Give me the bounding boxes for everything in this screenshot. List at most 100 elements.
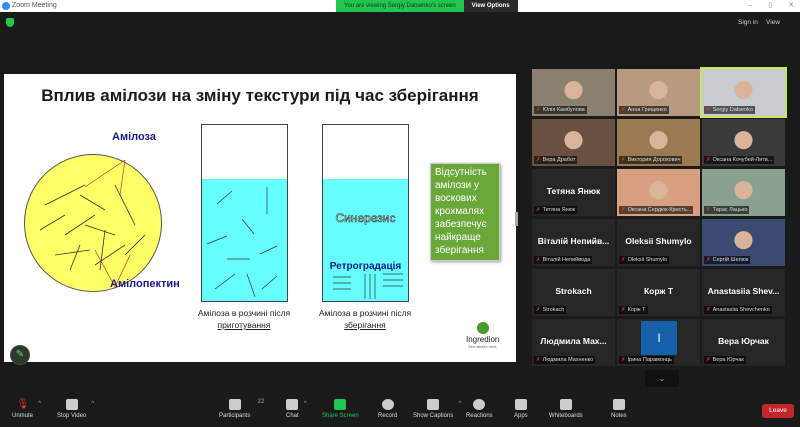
participant-tile[interactable]: Корж Т ✗ Корж Т	[617, 269, 700, 316]
captions-options-caret[interactable]: ^	[459, 401, 462, 407]
unmute-button[interactable]: 🎙 Unmute ^	[12, 399, 41, 419]
notes-label: Notes	[611, 413, 627, 419]
participant-name: Тарас Лацько	[712, 207, 748, 213]
muted-mic-icon: ✗	[536, 107, 541, 113]
show-captions-button[interactable]: Show Captions ^	[413, 399, 461, 419]
participant-tile[interactable]: ✗ Вера Дработ	[532, 119, 615, 166]
participant-tile[interactable]: ✗ Юлія Камбулова	[532, 69, 615, 116]
participant-tile[interactable]: ✗ Сергій Шелюк	[702, 219, 785, 266]
muted-mic-icon: ✗	[706, 107, 711, 113]
participant-display-name: Anastasiia Shev...	[707, 286, 780, 296]
video-camera-icon	[65, 399, 78, 410]
muted-mic-icon: ✗	[706, 257, 711, 263]
split-drag-handle[interactable]	[515, 212, 518, 226]
chat-button[interactable]: Chat ^	[286, 399, 307, 419]
participant-name: Вера Юрчак	[712, 357, 744, 363]
unmute-label: Unmute	[12, 413, 34, 419]
minimize-button[interactable]: –	[748, 0, 752, 12]
participant-tile[interactable]: Anastasiia Shev... ✗ Anastasiia Shevchenko	[702, 269, 785, 316]
participant-display-name: Корж Т	[643, 286, 674, 296]
participant-tile[interactable]: Oleksii Shumylo ✗ Oleksii Shumylo	[617, 219, 700, 266]
muted-mic-icon: ✗	[621, 307, 626, 313]
view-options-button[interactable]: View Options	[463, 0, 518, 12]
participant-tile[interactable]: ✗ Виктория Дорохович	[617, 119, 700, 166]
participant-name-label: ✗ Оксана Кочубей-Литв...	[704, 156, 775, 164]
annotate-pen-icon[interactable]: ✎	[10, 345, 30, 365]
muted-mic-icon: ✗	[536, 157, 541, 163]
participant-name: Людмила Махненко	[542, 357, 594, 363]
sign-in-button[interactable]: Sign in	[738, 19, 758, 26]
participant-name-label: ✗ Вера Юрчак	[704, 356, 746, 364]
participant-name-label: ✗ Sergiy Datsenko	[704, 106, 755, 114]
chat-label: Chat	[286, 413, 299, 419]
close-button[interactable]: ✕	[788, 0, 794, 12]
muted-mic-icon: ✗	[536, 257, 541, 263]
reactions-icon	[473, 399, 486, 410]
share-screen-icon	[334, 399, 347, 410]
participants-button[interactable]: Participants 22	[219, 399, 264, 419]
beaker-after-storage: Синерезис Ретроградація	[322, 124, 409, 302]
participant-tile[interactable]: ✗ Оксана Сердюк-Кресть...	[617, 169, 700, 216]
retrograded-strands	[333, 273, 403, 299]
participant-tile[interactable]: I ✗ Ірина Парамонць	[617, 319, 700, 366]
participant-tile[interactable]: ✗ Тарас Лацько	[702, 169, 785, 216]
whiteboards-button[interactable]: Whiteboards	[549, 399, 583, 419]
beaker2-caption: Амілоза в розчині після зберігання	[310, 307, 420, 331]
participants-icon	[228, 399, 241, 410]
participant-name: Юлія Камбулова	[542, 107, 585, 113]
participant-name-label: ✗ Ірина Парамонць	[619, 356, 674, 364]
maximize-button[interactable]: ▯	[768, 0, 772, 12]
notes-icon	[612, 399, 625, 410]
participant-tile[interactable]: Людмила Мах... ✗ Людмила Махненко	[532, 319, 615, 366]
participant-name-label: ✗ Виктория Дорохович	[619, 156, 683, 164]
leave-button[interactable]: Leave	[762, 404, 794, 418]
chat-icon	[286, 399, 299, 410]
notes-button[interactable]: Notes	[611, 399, 627, 419]
apps-button[interactable]: Apps	[514, 399, 528, 419]
view-button[interactable]: View	[766, 19, 780, 26]
whiteboards-label: Whiteboards	[549, 413, 583, 419]
participant-name: Анна Грищенко	[627, 107, 667, 113]
stop-video-button[interactable]: Stop Video ^	[57, 399, 94, 419]
participant-count: 22	[257, 399, 265, 405]
record-button[interactable]: Record	[378, 399, 397, 419]
ingredion-leaf-icon	[476, 322, 489, 334]
participant-name: Корж Т	[627, 307, 646, 313]
chat-options-caret[interactable]: ^	[304, 401, 307, 407]
participant-tile[interactable]: Віталій Непийв... ✗ Віталій Непийвода	[532, 219, 615, 266]
participant-name: Ірина Парамонць	[627, 357, 672, 363]
whiteboard-icon	[559, 399, 572, 410]
participant-tile[interactable]: Вера Юрчак ✗ Вера Юрчак	[702, 319, 785, 366]
muted-mic-icon: ✗	[706, 307, 711, 313]
participant-name-label: ✗ Оксана Сердюк-Кресть...	[619, 206, 694, 214]
participant-tile[interactable]: Тетяна Янюк ✗ Тетяна Янюк	[532, 169, 615, 216]
participant-name-label: ✗ Сергій Шелюк	[704, 256, 751, 264]
share-screen-button[interactable]: Share Screen	[322, 399, 359, 419]
zoom-logo-icon	[2, 2, 10, 10]
participant-name: Оксана Сердюк-Кресть...	[627, 207, 692, 213]
muted-mic-icon: ✗	[621, 207, 626, 213]
participant-tile[interactable]: ✗ Анна Грищенко	[617, 69, 700, 116]
participant-tile[interactable]: ✗ Оксана Кочубей-Литв...	[702, 119, 785, 166]
participant-name-label: ✗ Oleksii Shumylo	[619, 256, 670, 264]
beaker2-caption-underlined: зберігання	[344, 320, 386, 330]
meeting-toolbar: 🎙 Unmute ^ Stop Video ^ Participants 22 Chat…	[0, 395, 800, 427]
video-options-caret[interactable]: ^	[91, 401, 94, 407]
audio-options-caret[interactable]: ^	[38, 401, 41, 407]
participant-name-label: ✗ Віталій Непийвода	[534, 256, 593, 264]
beaker-after-cooking	[201, 124, 288, 302]
participant-name-label: ✗ Тетяна Янюк	[534, 206, 578, 214]
security-shield-icon[interactable]	[6, 18, 14, 27]
gallery-next-page-button[interactable]: ⌄	[645, 370, 679, 387]
participant-tile[interactable]: ✗ Sergiy Datsenko	[700, 67, 787, 118]
muted-mic-icon: ✗	[621, 107, 626, 113]
slide-title: Вплив амілози на зміну текстури під час …	[41, 86, 479, 105]
ingredion-logo: Ingredion See what's next.	[466, 322, 499, 349]
participant-tile[interactable]: Strokach ✗ Strokach	[532, 269, 615, 316]
amylose-label: Амілоза	[112, 131, 156, 143]
reactions-button[interactable]: Reactions	[466, 399, 493, 419]
participant-name-label: ✗ Anastasiia Shevchenko	[704, 306, 772, 314]
avatar: I	[641, 321, 677, 355]
participant-display-name: Тетяна Янюк	[546, 186, 601, 196]
record-icon	[381, 399, 394, 410]
